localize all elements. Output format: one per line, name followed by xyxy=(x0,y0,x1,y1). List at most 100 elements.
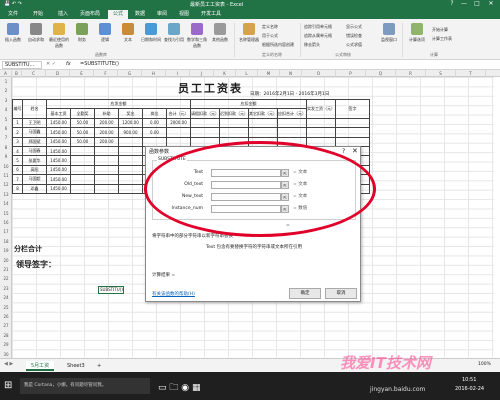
column-header-g[interactable]: G xyxy=(118,70,142,77)
tab-formulas[interactable]: 公式 xyxy=(108,10,129,19)
table-cell[interactable] xyxy=(118,174,143,185)
row-header-27[interactable]: 27 xyxy=(0,323,12,328)
column-header-b[interactable]: B xyxy=(12,70,22,77)
row-header-22[interactable]: 22 xyxy=(0,276,12,281)
insert-function-button[interactable]: 插入函数 xyxy=(2,22,24,52)
table-cell[interactable]: 3 xyxy=(12,136,23,147)
table-cell[interactable]: 马国鑫 xyxy=(22,127,47,138)
fx-icon[interactable]: fx xyxy=(66,61,71,67)
start-icon[interactable]: ⊞ xyxy=(4,380,12,391)
table-cell[interactable] xyxy=(70,155,95,166)
tab-view[interactable]: 视图 xyxy=(174,10,194,19)
table-cell[interactable]: 50.00 xyxy=(70,136,95,147)
close-icon[interactable]: ✕ xyxy=(352,147,358,155)
row-header-5[interactable]: 5 xyxy=(0,117,12,122)
row-header-2[interactable]: 2 xyxy=(0,88,12,93)
recent-functions-button[interactable]: 最近使用的函数 xyxy=(48,22,70,52)
cortana-search-box[interactable]: 我是 Cortana，小娜。有问题尽管问我。 xyxy=(20,378,150,394)
row-header-29[interactable]: 29 xyxy=(0,342,12,347)
row-header-13[interactable]: 13 xyxy=(0,192,12,197)
row-header-3[interactable]: 3 xyxy=(0,98,12,103)
table-cell[interactable]: 8 xyxy=(12,183,23,194)
row-header-12[interactable]: 12 xyxy=(0,182,12,187)
new-text-input[interactable] xyxy=(211,193,281,201)
trace-dependents-button[interactable]: 追踪从属单元格 xyxy=(304,33,332,39)
tab-home[interactable]: 开始 xyxy=(28,10,48,19)
table-cell[interactable]: 7 xyxy=(12,174,23,185)
table-cell[interactable]: 王卫明 xyxy=(22,117,47,129)
column-header-d[interactable]: D xyxy=(46,70,70,77)
add-sheet-button[interactable]: + xyxy=(92,361,106,371)
collapse-dialog-icon[interactable]: ⇱ xyxy=(281,205,289,213)
table-cell[interactable]: 200.00 xyxy=(94,127,119,138)
tab-file[interactable]: 文件 xyxy=(3,10,23,19)
taskbar-apps-icon[interactable]: ▭ 🗀 ◉ ▦ xyxy=(158,380,200,396)
financial-button[interactable]: 财务 xyxy=(71,22,93,52)
autosum-button[interactable]: 自动求和 xyxy=(25,22,47,52)
table-cell[interactable] xyxy=(335,127,370,138)
cancel-button[interactable]: 取消 xyxy=(325,288,357,299)
table-cell[interactable] xyxy=(335,117,370,129)
define-name-button[interactable]: 定义名称 xyxy=(262,24,278,30)
row-header-8[interactable]: 8 xyxy=(0,145,12,150)
lookup-reference-button[interactable]: 查找与引用 xyxy=(163,22,185,52)
table-cell[interactable]: 1450.00 xyxy=(46,164,71,176)
active-cell[interactable]: SUBSTITU() xyxy=(98,286,124,294)
table-cell[interactable] xyxy=(248,117,278,129)
column-header-q[interactable]: Q xyxy=(366,70,396,77)
create-from-selection-button[interactable]: 根据所选内容创建 xyxy=(262,42,294,48)
column-header-c[interactable]: C xyxy=(22,70,46,77)
sheet-nav-arrows[interactable]: ◀ ▶ xyxy=(4,361,13,367)
function-help-link[interactable]: 有关该函数的帮助(H) xyxy=(152,291,195,297)
table-cell[interactable] xyxy=(190,127,220,138)
column-header-m[interactable]: M xyxy=(258,70,280,77)
column-header-o[interactable]: O xyxy=(302,70,336,77)
row-header-23[interactable]: 23 xyxy=(0,286,12,291)
row-header-24[interactable]: 24 xyxy=(0,295,12,300)
column-header-e[interactable]: E xyxy=(70,70,94,77)
table-cell[interactable]: 1450.00 xyxy=(46,145,71,157)
tab-page-layout[interactable]: 页面布局 xyxy=(75,10,105,19)
table-cell[interactable] xyxy=(277,127,307,138)
table-cell[interactable] xyxy=(70,183,95,194)
table-cell[interactable]: 50.00 xyxy=(70,117,95,129)
formula-bar-buttons[interactable]: ✕ ✓ xyxy=(46,61,56,67)
table-cell[interactable]: 1200.00 xyxy=(118,117,143,129)
watch-window-button[interactable]: 监视窗口 xyxy=(378,22,400,52)
table-cell[interactable]: 4 xyxy=(12,145,23,157)
table-cell[interactable] xyxy=(70,174,95,185)
use-in-formula-button[interactable]: 用于公式 xyxy=(262,33,278,39)
table-cell[interactable] xyxy=(306,127,336,138)
table-cell[interactable]: 郑国斌 xyxy=(22,136,47,147)
zoom-level[interactable]: 100% xyxy=(478,362,491,367)
table-cell[interactable]: 0.00 xyxy=(142,117,167,129)
calculation-options-button[interactable]: 计算选项 xyxy=(406,22,428,52)
table-cell[interactable]: 6 xyxy=(12,164,23,176)
table-cell[interactable]: 200.00 xyxy=(94,117,119,129)
error-checking-button[interactable]: 错误检查 xyxy=(346,33,362,39)
trace-precedents-button[interactable]: 追踪引用单元格 xyxy=(304,24,332,30)
more-functions-button[interactable]: 其他函数 xyxy=(209,22,231,52)
row-header-17[interactable]: 17 xyxy=(0,229,12,234)
ok-button[interactable]: 确定 xyxy=(289,288,321,299)
table-cell[interactable] xyxy=(219,117,249,129)
sheet-tab-may-salary[interactable]: 5月工资 xyxy=(26,361,55,371)
row-header-14[interactable]: 14 xyxy=(0,201,12,206)
evaluate-formula-button[interactable]: 公式求值 xyxy=(346,42,362,48)
column-header-a[interactable]: A xyxy=(0,70,12,77)
table-cell[interactable] xyxy=(70,164,95,176)
collapse-dialog-icon[interactable]: ⇱ xyxy=(281,193,289,201)
close-button[interactable]: ✕ xyxy=(485,0,497,8)
table-cell[interactable] xyxy=(118,136,143,147)
table-cell[interactable]: 邓鑫 xyxy=(22,183,47,194)
show-formulas-button[interactable]: 显示公式 xyxy=(346,24,362,30)
minimize-button[interactable]: — xyxy=(458,0,470,8)
table-cell[interactable]: 1450.00 xyxy=(46,117,71,129)
collapse-dialog-icon[interactable]: ⇱ xyxy=(281,169,289,177)
table-cell[interactable]: 900.00 xyxy=(118,127,143,138)
row-header-20[interactable]: 20 xyxy=(0,258,12,263)
table-cell[interactable] xyxy=(94,145,119,157)
table-cell[interactable] xyxy=(166,127,191,138)
row-header-25[interactable]: 25 xyxy=(0,305,12,310)
table-cell[interactable]: 1450.00 xyxy=(46,127,71,138)
